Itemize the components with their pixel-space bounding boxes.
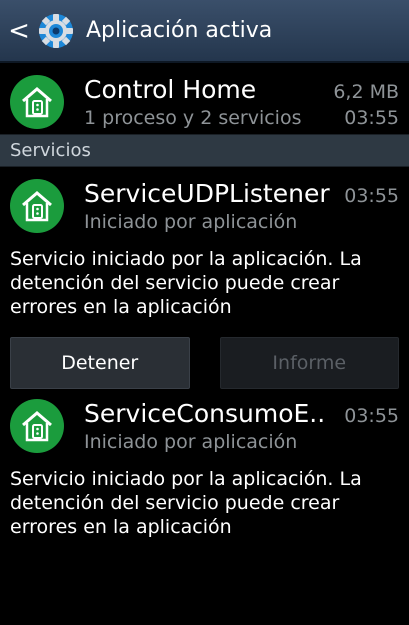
report-button: Informe bbox=[219, 337, 399, 389]
service-name: ServiceUDPListener bbox=[84, 179, 330, 208]
page-title: Aplicación activa bbox=[86, 18, 273, 43]
settings-gear-icon bbox=[36, 11, 76, 51]
services-section-header: Servicios bbox=[0, 134, 409, 167]
service-description: Servicio iniciado por la aplicación. La … bbox=[10, 248, 362, 318]
service-row: ServiceUDPListener 03:55 Iniciado por ap… bbox=[0, 167, 409, 241]
stop-button[interactable]: Detener bbox=[10, 337, 190, 389]
app-name: Control Home bbox=[84, 75, 257, 104]
home-remote-icon bbox=[10, 179, 64, 233]
service-time: 03:55 bbox=[344, 185, 399, 207]
action-bar: < Aplicación activa bbox=[0, 0, 409, 63]
service-actions: Detener Informe bbox=[0, 331, 409, 389]
service-name: ServiceConsumoE.. bbox=[84, 399, 326, 428]
service-description: Servicio iniciado por la aplicación. La … bbox=[10, 468, 362, 538]
service-status: Iniciado por aplicación bbox=[84, 431, 298, 453]
back-icon[interactable]: < bbox=[6, 16, 32, 46]
app-time: 03:55 bbox=[344, 107, 399, 129]
service-status: Iniciado por aplicación bbox=[84, 211, 298, 233]
home-remote-icon bbox=[10, 399, 64, 453]
service-time: 03:55 bbox=[344, 405, 399, 427]
app-size: 6,2 MB bbox=[333, 81, 399, 103]
service-row: ServiceConsumoE.. 03:55 Iniciado por apl… bbox=[0, 387, 409, 461]
app-process-count: 1 proceso y 2 servicios bbox=[84, 107, 302, 129]
app-summary-row: Control Home 6,2 MB 1 proceso y 2 servic… bbox=[0, 63, 409, 134]
home-remote-icon bbox=[10, 75, 64, 129]
